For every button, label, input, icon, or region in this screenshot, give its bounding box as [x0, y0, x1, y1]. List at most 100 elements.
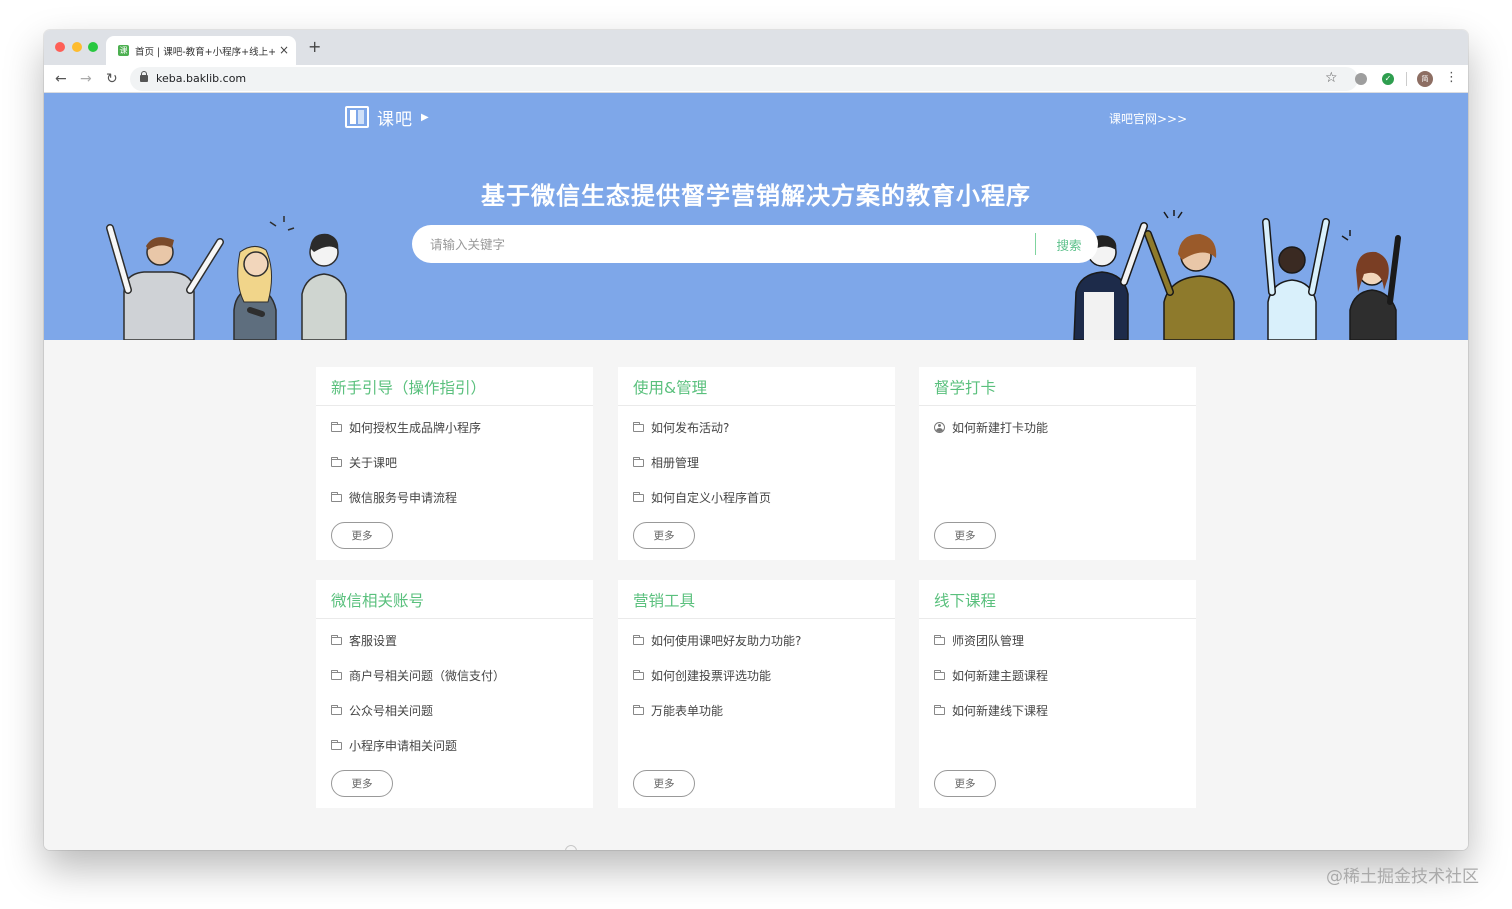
card-title[interactable]: 微信相关账号	[331, 589, 424, 611]
extension-icon[interactable]	[1355, 73, 1367, 85]
more-button[interactable]: 更多	[331, 522, 393, 549]
list-item[interactable]: 客服设置	[331, 632, 581, 667]
list-item[interactable]: 关于课吧	[331, 454, 581, 489]
browser-menu-icon[interactable]: ⋮	[1445, 70, 1458, 86]
folder-icon	[331, 457, 342, 467]
card-divider	[618, 618, 895, 619]
item-label[interactable]: 关于课吧	[349, 454, 397, 472]
folder-icon	[633, 705, 644, 715]
card-item-list: 客服设置 商户号相关问题（微信支付） 公众号相关问题 小程序申请相关问题	[331, 632, 581, 772]
more-button[interactable]: 更多	[633, 770, 695, 797]
folder-icon	[331, 740, 342, 750]
user-icon	[934, 422, 945, 433]
folder-icon	[633, 457, 644, 467]
category-card: 督学打卡 如何新建打卡功能 更多	[919, 367, 1196, 560]
scroll-indicator-icon	[565, 845, 577, 850]
list-item[interactable]: 如何新建线下课程	[934, 702, 1184, 737]
list-item[interactable]: 微信服务号申请流程	[331, 489, 581, 524]
item-label[interactable]: 如何新建打卡功能	[952, 419, 1048, 437]
card-title[interactable]: 新手引导（操作指引）	[331, 376, 486, 398]
folder-icon	[633, 422, 644, 432]
category-card: 微信相关账号 客服设置 商户号相关问题（微信支付） 公众号相关问题 小程序申请相…	[316, 580, 593, 808]
item-label[interactable]: 万能表单功能	[651, 702, 723, 720]
item-label[interactable]: 如何新建主题课程	[952, 667, 1048, 685]
tab-strip: 课 首页 | 课吧-教育+小程序+线上+ × +	[44, 30, 1468, 65]
category-card: 营销工具 如何使用课吧好友助力功能? 如何创建投票评选功能 万能表单功能 更多	[618, 580, 895, 808]
item-label[interactable]: 公众号相关问题	[349, 702, 433, 720]
people-illustration-right	[1073, 210, 1401, 340]
item-label[interactable]: 客服设置	[349, 632, 397, 650]
close-tab-icon[interactable]: ×	[279, 43, 289, 57]
list-item[interactable]: 如何自定义小程序首页	[633, 489, 883, 524]
url-text[interactable]: keba.baklib.com	[156, 72, 246, 85]
folder-icon	[331, 492, 342, 502]
list-item[interactable]: 如何授权生成品牌小程序	[331, 419, 581, 454]
profile-avatar[interactable]: 简	[1417, 71, 1433, 87]
back-arrow-icon[interactable]: ←	[55, 70, 67, 88]
list-item[interactable]: 如何创建投票评选功能	[633, 667, 883, 702]
close-window-button[interactable]	[55, 42, 65, 52]
folder-icon	[331, 705, 342, 715]
official-site-link[interactable]: 课吧官网>>>	[1109, 110, 1187, 127]
item-label[interactable]: 如何创建投票评选功能	[651, 667, 771, 685]
search-input[interactable]	[430, 234, 1020, 254]
list-item[interactable]: 如何新建打卡功能	[934, 419, 1184, 454]
minimize-window-button[interactable]	[72, 42, 82, 52]
item-label[interactable]: 相册管理	[651, 454, 699, 472]
bookmark-star-icon[interactable]: ☆	[1325, 70, 1338, 86]
card-item-list: 如何新建打卡功能	[934, 419, 1184, 454]
item-label[interactable]: 如何自定义小程序首页	[651, 489, 771, 507]
more-button[interactable]: 更多	[934, 770, 996, 797]
folder-icon	[934, 705, 945, 715]
address-bar[interactable]: keba.baklib.com	[130, 67, 1358, 91]
forward-arrow-icon[interactable]: →	[80, 70, 92, 88]
item-label[interactable]: 如何发布活动?	[651, 419, 729, 437]
new-tab-button[interactable]: +	[308, 39, 321, 55]
zoom-window-button[interactable]	[88, 42, 98, 52]
more-button[interactable]: 更多	[331, 770, 393, 797]
item-label[interactable]: 商户号相关问题（微信支付）	[349, 667, 505, 685]
list-item[interactable]: 小程序申请相关问题	[331, 737, 581, 772]
card-item-list: 如何发布活动? 相册管理 如何自定义小程序首页	[633, 419, 883, 524]
folder-icon	[331, 670, 342, 680]
card-title[interactable]: 督学打卡	[934, 376, 996, 398]
folder-icon	[633, 492, 644, 502]
list-item[interactable]: 商户号相关问题（微信支付）	[331, 667, 581, 702]
list-item[interactable]: 公众号相关问题	[331, 702, 581, 737]
list-item[interactable]: 相册管理	[633, 454, 883, 489]
browser-tab[interactable]: 课 首页 | 课吧-教育+小程序+线上+ ×	[106, 36, 296, 65]
item-label[interactable]: 微信服务号申请流程	[349, 489, 457, 507]
lock-icon[interactable]	[140, 71, 148, 82]
book-logo-icon	[345, 106, 369, 128]
site-favicon-icon: 课	[118, 45, 129, 56]
list-item[interactable]: 如何使用课吧好友助力功能?	[633, 632, 883, 667]
card-item-list: 师资团队管理 如何新建主题课程 如何新建线下课程	[934, 632, 1184, 737]
folder-icon	[934, 635, 945, 645]
item-label[interactable]: 如何授权生成品牌小程序	[349, 419, 481, 437]
item-label[interactable]: 如何使用课吧好友助力功能?	[651, 632, 801, 650]
item-label[interactable]: 如何新建线下课程	[952, 702, 1048, 720]
folder-icon	[633, 635, 644, 645]
card-divider	[618, 405, 895, 406]
search-box: 搜索	[412, 225, 1098, 263]
browser-window: 课 首页 | 课吧-教育+小程序+线上+ × + ← → ↻ keba.bakl…	[44, 30, 1468, 850]
site-logo[interactable]: 课吧 ▶	[345, 105, 429, 130]
item-label[interactable]: 小程序申请相关问题	[349, 737, 457, 755]
browser-toolbar: ← → ↻ keba.baklib.com ☆ ✓ 简 ⋮	[44, 65, 1468, 93]
card-title[interactable]: 使用&管理	[633, 376, 707, 398]
item-label[interactable]: 师资团队管理	[952, 632, 1024, 650]
search-button[interactable]: 搜索	[1046, 235, 1092, 253]
card-divider	[919, 618, 1196, 619]
category-card: 新手引导（操作指引） 如何授权生成品牌小程序 关于课吧 微信服务号申请流程 更多	[316, 367, 593, 560]
card-item-list: 如何授权生成品牌小程序 关于课吧 微信服务号申请流程	[331, 419, 581, 524]
list-item[interactable]: 如何发布活动?	[633, 419, 883, 454]
list-item[interactable]: 师资团队管理	[934, 632, 1184, 667]
reload-icon[interactable]: ↻	[106, 70, 118, 88]
list-item[interactable]: 如何新建主题课程	[934, 667, 1184, 702]
card-title[interactable]: 营销工具	[633, 589, 695, 611]
more-button[interactable]: 更多	[633, 522, 695, 549]
extension-check-icon[interactable]: ✓	[1382, 73, 1394, 85]
card-title[interactable]: 线下课程	[934, 589, 996, 611]
list-item[interactable]: 万能表单功能	[633, 702, 883, 737]
more-button[interactable]: 更多	[934, 522, 996, 549]
